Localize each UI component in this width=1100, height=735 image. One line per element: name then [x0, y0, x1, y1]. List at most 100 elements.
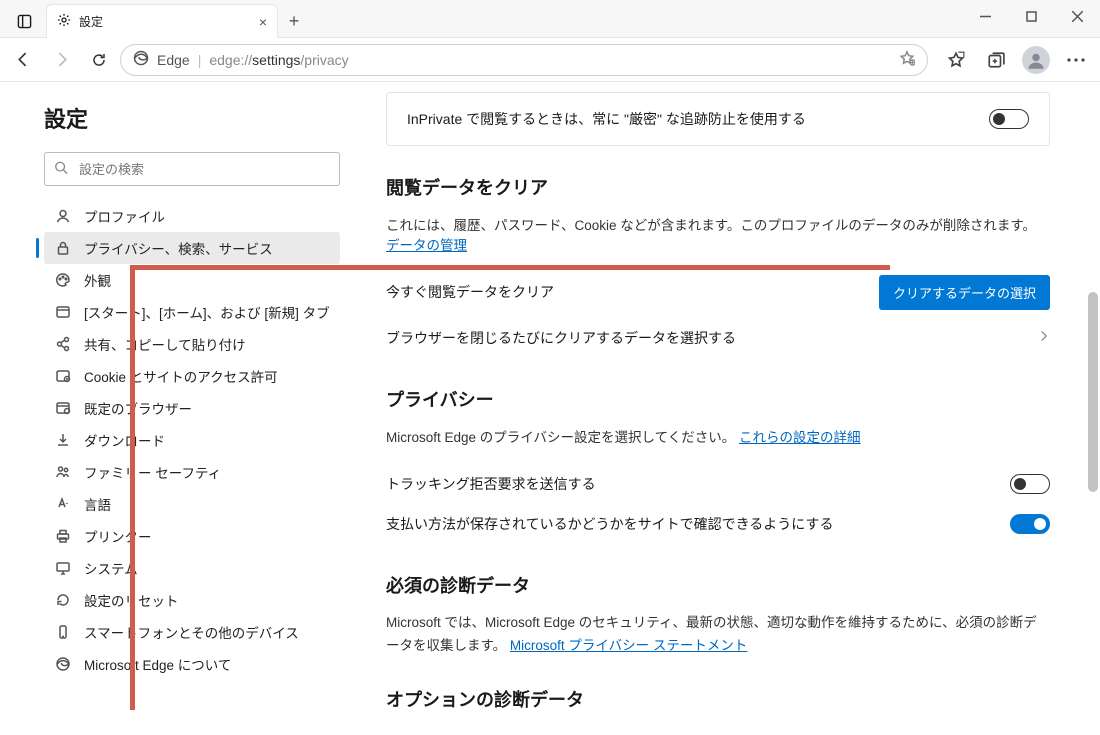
sidebar-item-1[interactable]: プライバシー、検索、サービス [44, 232, 340, 264]
window-controls [962, 0, 1100, 32]
clear-now-label: 今すぐ閲覧データをクリア [386, 282, 554, 302]
appearance-icon [54, 271, 72, 289]
maximize-button[interactable] [1008, 0, 1054, 32]
inprivate-card: InPrivate で閲覧するときは、常に "厳密" な追跡防止を使用する [386, 92, 1050, 146]
minimize-button[interactable] [962, 0, 1008, 32]
sidebar-item-label: Microsoft Edge について [84, 654, 231, 674]
settings-page: 設定 プロファイルプライバシー、検索、サービス外観 [スタート]、[ホーム]、およ… [0, 82, 1100, 735]
sidebar-item-label: 言語 [84, 494, 111, 514]
url-text: edge://settings/privacy [209, 52, 348, 68]
family-icon [54, 463, 72, 481]
manage-data-link[interactable]: データの管理 [386, 238, 467, 253]
clear-on-close-row[interactable]: ブラウザーを閉じるたびにクリアするデータを選択する [386, 318, 1050, 358]
sidebar-item-label: システム [84, 558, 138, 578]
sidebar-item-3[interactable]: [スタート]、[ホーム]、および [新規] タブ [44, 296, 340, 328]
sidebar-item-13[interactable]: スマートフォンとその他のデバイス [44, 616, 340, 648]
payment-row: 支払い方法が保存されているかどうかをサイトで確認できるようにする [386, 504, 1050, 544]
sidebar-item-6[interactable]: 既定のブラウザー [44, 392, 340, 424]
close-icon[interactable]: × [259, 15, 267, 29]
sidebar-item-5[interactable]: Cookie とサイトのアクセス許可 [44, 360, 340, 392]
sidebar-item-label: 設定のリセット [84, 590, 179, 610]
opt-diag-title: オプションの診断データ [386, 686, 1050, 712]
edge-icon [54, 655, 72, 673]
printer-icon [54, 527, 72, 545]
sidebar-item-8[interactable]: ファミリー セーフティ [44, 456, 340, 488]
more-menu-icon[interactable] [1058, 42, 1094, 78]
sidebar-item-label: スマートフォンとその他のデバイス [84, 622, 299, 642]
collections-icon[interactable] [978, 42, 1014, 78]
dnt-toggle[interactable] [1010, 474, 1050, 494]
sidebar-item-14[interactable]: Microsoft Edge について [44, 648, 340, 680]
clear-on-close-label: ブラウザーを閉じるたびにクリアするデータを選択する [386, 328, 736, 348]
tab-title: 設定 [79, 13, 103, 30]
settings-content: InPrivate で閲覧するときは、常に "厳密" な追跡防止を使用する 閲覧… [362, 82, 1100, 735]
choose-clear-data-button[interactable]: クリアするデータの選択 [879, 275, 1050, 310]
sidebar-item-label: ファミリー セーフティ [84, 462, 221, 482]
scrollbar-thumb[interactable] [1088, 292, 1098, 492]
sidebar-item-label: 既定のブラウザー [84, 398, 192, 418]
lock-icon [54, 239, 72, 257]
favorite-star-icon[interactable] [899, 50, 915, 69]
clear-now-row: 今すぐ閲覧データをクリア クリアするデータの選択 [386, 272, 1050, 312]
sidebar-item-4[interactable]: 共有、コピーして貼り付け [44, 328, 340, 360]
sidebar-item-label: 共有、コピーして貼り付け [84, 334, 246, 354]
sidebar-item-label: プライバシー、検索、サービス [84, 238, 273, 258]
sidebar-item-7[interactable]: ダウンロード [44, 424, 340, 456]
sidebar-item-label: プロファイル [84, 206, 165, 226]
dnt-row: トラッキング拒否要求を送信する [386, 464, 1050, 504]
tab-actions-icon[interactable] [8, 5, 40, 37]
phone-icon [54, 623, 72, 641]
privacy-details-link[interactable]: これらの設定の詳細 [739, 430, 861, 445]
clear-data-title: 閲覧データをクリア [386, 174, 1050, 200]
reset-icon [54, 591, 72, 609]
sidebar-item-label: 外観 [84, 270, 111, 290]
inprivate-strict-toggle[interactable] [989, 109, 1029, 129]
tab-icon [54, 303, 72, 321]
privacy-desc: Microsoft Edge のプライバシー設定を選択してください。 これらの設… [386, 426, 1050, 446]
sidebar-item-label: [スタート]、[ホーム]、および [新規] タブ [84, 302, 330, 322]
forward-button[interactable] [44, 43, 78, 77]
sidebar-item-10[interactable]: プリンター [44, 520, 340, 552]
settings-sidebar: 設定 プロファイルプライバシー、検索、サービス外観 [スタート]、[ホーム]、およ… [0, 82, 362, 735]
cookie-icon [54, 367, 72, 385]
title-bar: 設定 × + [0, 0, 1100, 38]
search-icon [54, 161, 68, 178]
back-button[interactable] [6, 43, 40, 77]
sidebar-item-12[interactable]: 設定のリセット [44, 584, 340, 616]
edge-icon [133, 50, 149, 69]
address-brand: Edge [157, 52, 190, 68]
browser-tab[interactable]: 設定 × [46, 4, 278, 38]
browser-icon [54, 399, 72, 417]
dnt-label: トラッキング拒否要求を送信する [386, 474, 596, 494]
diag-desc: Microsoft では、Microsoft Edge のセキュリティ、最新の状… [386, 612, 1050, 658]
favorites-icon[interactable] [938, 42, 974, 78]
search-input[interactable] [44, 152, 340, 186]
sidebar-item-label: ダウンロード [84, 430, 165, 450]
chevron-right-icon [1038, 329, 1050, 347]
download-icon [54, 431, 72, 449]
payment-label: 支払い方法が保存されているかどうかをサイトで確認できるようにする [386, 514, 833, 534]
sidebar-item-11[interactable]: システム [44, 552, 340, 584]
close-window-button[interactable] [1054, 0, 1100, 32]
sidebar-item-label: Cookie とサイトのアクセス許可 [84, 366, 278, 386]
reload-button[interactable] [82, 43, 116, 77]
privacy-statement-link[interactable]: Microsoft プライバシー ステートメント [510, 638, 748, 653]
inprivate-strict-label: InPrivate で閲覧するときは、常に "厳密" な追跡防止を使用する [407, 109, 806, 129]
profile-icon [54, 207, 72, 225]
language-icon [54, 495, 72, 513]
new-tab-button[interactable]: + [278, 5, 310, 37]
settings-heading: 設定 [44, 102, 340, 134]
system-icon [54, 559, 72, 577]
profile-avatar[interactable] [1018, 42, 1054, 78]
payment-toggle[interactable] [1010, 514, 1050, 534]
sidebar-item-0[interactable]: プロファイル [44, 200, 340, 232]
scrollbar[interactable] [1086, 82, 1100, 735]
address-bar[interactable]: Edge | edge://settings/privacy [120, 44, 928, 76]
clear-data-desc: これには、履歴、パスワード、Cookie などが含まれます。このプロファイルのデ… [386, 214, 1050, 254]
sidebar-item-9[interactable]: 言語 [44, 488, 340, 520]
tab-strip: 設定 × + [8, 0, 962, 38]
sidebar-item-2[interactable]: 外観 [44, 264, 340, 296]
gear-icon [57, 13, 71, 30]
privacy-title: プライバシー [386, 386, 1050, 412]
share-icon [54, 335, 72, 353]
